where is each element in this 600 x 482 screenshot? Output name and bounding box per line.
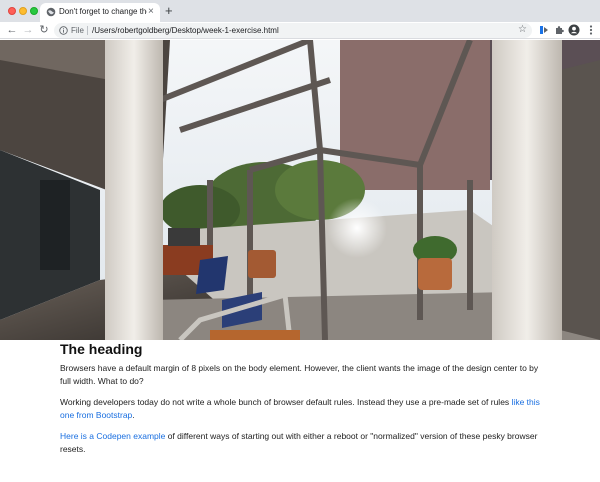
browser-toolbar: ← → ↻ File /Users/robertgoldberg/Desktop… (0, 22, 600, 39)
bookmark-star-icon[interactable]: ☆ (518, 24, 527, 36)
codepen-link[interactable]: Here is a Codepen example (60, 431, 165, 441)
url-text[interactable]: /Users/robertgoldberg/Desktop/week-1-exe… (92, 25, 279, 36)
page-viewport: The heading Browsers have a default marg… (0, 40, 600, 482)
tab-title: Don't forget to change the title (59, 7, 147, 16)
minimize-window-button[interactable] (19, 7, 27, 15)
globe-icon (46, 7, 56, 17)
paragraph-2-end: . (132, 409, 135, 420)
kebab-menu-icon[interactable] (585, 24, 597, 36)
profile-avatar-icon[interactable] (568, 24, 580, 36)
tab-active[interactable]: Don't forget to change the title × (40, 3, 160, 22)
back-button[interactable]: ← (6, 24, 18, 36)
paragraph-1: Browsers have a default margin of 8 pixe… (60, 363, 539, 386)
main-content: The heading Browsers have a default marg… (60, 341, 540, 464)
paragraph-2: Working developers today do not write a … (60, 396, 540, 421)
forward-button[interactable]: → (22, 24, 34, 36)
extension-icon[interactable] (538, 24, 550, 36)
maximize-window-button[interactable] (30, 7, 38, 15)
page-heading: The heading (60, 341, 143, 357)
info-icon[interactable] (59, 26, 68, 35)
close-window-button[interactable] (8, 7, 16, 15)
paragraph-3: Here is a Codepen example of different w… (60, 430, 540, 455)
puzzle-extensions-icon[interactable] (553, 24, 565, 36)
paragraph-2-text: Working developers today do not write a … (60, 397, 512, 407)
scheme-label: File (71, 26, 84, 35)
tab-strip: Don't forget to change the title × + (0, 0, 600, 22)
new-tab-button[interactable]: + (165, 3, 173, 19)
address-bar[interactable]: File /Users/robertgoldberg/Desktop/week-… (54, 23, 532, 38)
omnibox-divider (87, 26, 88, 35)
tab-close-button[interactable]: × (148, 6, 154, 18)
reload-button[interactable]: ↻ (38, 24, 50, 36)
hero-image (0, 40, 600, 340)
